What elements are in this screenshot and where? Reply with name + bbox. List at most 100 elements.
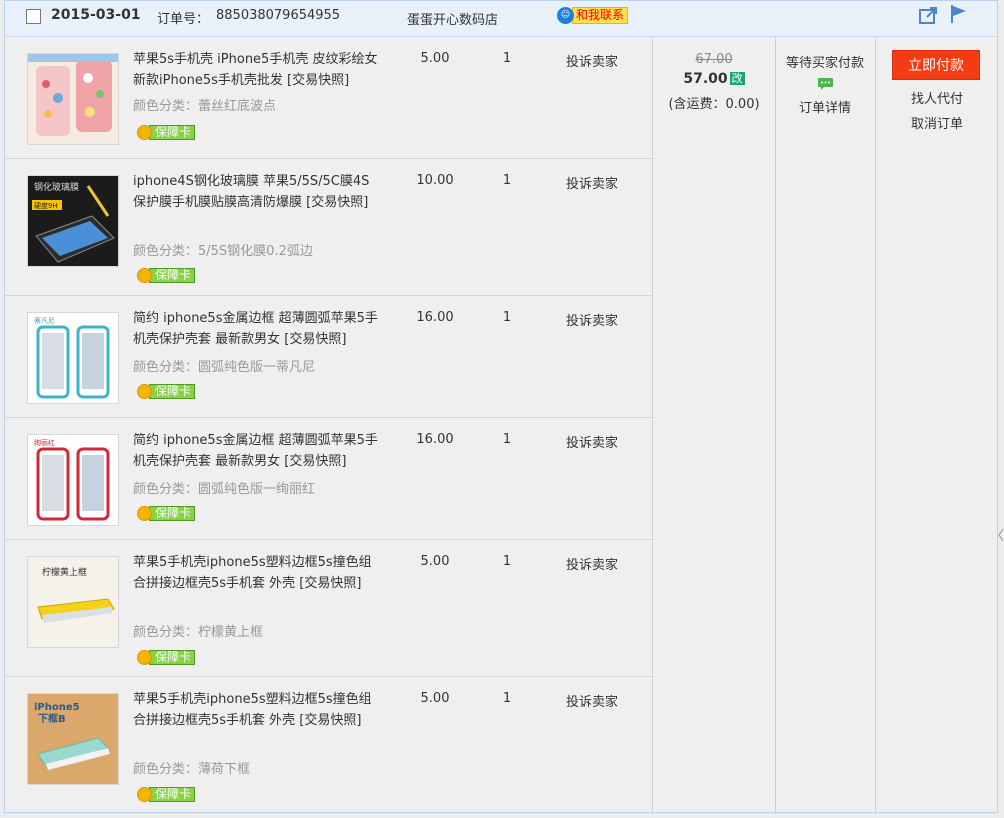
order-number-label: 订单号：	[157, 12, 210, 27]
item-price: 10.00	[416, 173, 454, 188]
item-sku: 颜色分类：圆弧纯色版一蒂凡尼	[133, 360, 316, 375]
wangwang-icon: ☺	[557, 6, 574, 24]
item-sku: 颜色分类：薄荷下框	[133, 762, 251, 777]
order-item: 柠檬黄上框 苹果5手机壳iphone5s塑料边框5s撞色组合拼接边框壳5s手机套…	[5, 540, 652, 677]
product-thumbnail[interactable]: 柠檬黄上框	[27, 556, 119, 648]
item-title-link[interactable]: iphone4S钢化玻璃膜 苹果5/5S/5C膜4S保护膜手机膜贴膜高清防爆膜 …	[133, 171, 379, 213]
order-card: 2015-03-01 订单号： 885038079654955 蛋蛋开心数码店 …	[4, 0, 998, 813]
item-quantity: 1	[502, 310, 512, 325]
metal-bumper-image: 绚丽红	[28, 435, 118, 525]
guarantee-badge[interactable]: 保障卡	[137, 268, 196, 283]
share-icon[interactable]	[919, 6, 939, 24]
product-thumbnail[interactable]: 蒂凡尼	[27, 312, 119, 404]
guarantee-label: 保障卡	[149, 650, 196, 665]
thumb-label-text: iPhone5	[34, 702, 80, 713]
shield-icon	[137, 650, 152, 665]
item-price: 5.00	[420, 691, 450, 706]
order-status: 等待买家付款	[785, 56, 864, 71]
complain-seller-link[interactable]: 投诉卖家	[557, 554, 627, 573]
resize-handle-icon[interactable]	[998, 528, 1004, 542]
item-quantity: 1	[502, 691, 512, 706]
contact-seller-label: 和我联系	[572, 6, 629, 24]
thumb-label-text: 下框B	[38, 712, 66, 725]
plastic-bumper-image: iPhone5 下框B	[28, 694, 118, 784]
product-thumbnail[interactable]: 绚丽红	[27, 434, 119, 526]
order-detail-link[interactable]: 订单详情	[775, 97, 875, 116]
thumb-label-text: 柠檬黄上框	[42, 566, 87, 578]
column-divider	[775, 37, 776, 812]
shop-name-link[interactable]: 蛋蛋开心数码店	[407, 9, 498, 28]
item-title-link[interactable]: 简约 iphone5s金属边框 超薄圆弧苹果5手机壳保护壳套 最新款男女 [交易…	[133, 430, 379, 472]
guarantee-badge[interactable]: 保障卡	[137, 384, 196, 399]
item-title-link[interactable]: 苹果5手机壳iphone5s塑料边框5s撞色组合拼接边框壳5s手机套 外壳 [交…	[133, 689, 379, 731]
item-sku: 颜色分类：蕾丝红底波点	[133, 99, 277, 114]
screen-protector-image: 钢化玻璃膜 硬度9H	[28, 176, 118, 266]
item-price: 16.00	[416, 432, 454, 447]
item-sku: 颜色分类：圆弧纯色版一绚丽红	[133, 482, 316, 497]
guarantee-badge[interactable]: 保障卡	[137, 125, 196, 140]
item-price: 16.00	[416, 310, 454, 325]
item-sku: 颜色分类：柠檬黄上框	[133, 625, 264, 640]
current-total-row: 57.00 改	[653, 71, 775, 87]
item-title-link[interactable]: 简约 iphone5s金属边框 超薄圆弧苹果5手机壳保护壳套 最新款男女 [交易…	[133, 308, 379, 350]
item-price: 5.00	[420, 554, 450, 569]
order-item: 苹果5s手机壳 iPhone5手机壳 皮纹彩绘女新款iPhone5s手机壳批发 …	[5, 37, 652, 159]
guarantee-label: 保障卡	[149, 384, 196, 399]
shield-icon	[137, 384, 152, 399]
order-item: 钢化玻璃膜 硬度9H iphone4S钢化玻璃膜 苹果5/5S/5C膜4S保护膜…	[5, 159, 652, 296]
shield-icon	[137, 125, 152, 140]
metal-bumper-image: 蒂凡尼	[28, 313, 118, 403]
shield-icon	[137, 787, 152, 802]
guarantee-badge[interactable]: 保障卡	[137, 650, 196, 665]
complain-seller-link[interactable]: 投诉卖家	[557, 51, 627, 70]
thumb-badge-text: 硬度9H	[34, 201, 58, 210]
guarantee-badge[interactable]: 保障卡	[137, 787, 196, 802]
guarantee-label: 保障卡	[149, 125, 196, 140]
complain-seller-link[interactable]: 投诉卖家	[557, 432, 627, 451]
order-date: 2015-03-01	[51, 7, 141, 23]
complain-seller-link[interactable]: 投诉卖家	[557, 691, 627, 710]
guarantee-label: 保障卡	[149, 506, 196, 521]
order-number: 885038079654955	[216, 8, 341, 23]
item-price: 5.00	[420, 51, 450, 66]
flag-icon[interactable]	[949, 4, 967, 24]
shield-icon	[137, 506, 152, 521]
order-item: iPhone5 下框B 苹果5手机壳iphone5s塑料边框5s撞色组合拼接边框…	[5, 677, 652, 814]
plastic-bumper-image: 柠檬黄上框	[28, 557, 118, 647]
proxy-pay-link[interactable]: 找人代付	[875, 88, 999, 107]
order-select-checkbox[interactable]	[26, 9, 41, 24]
item-quantity: 1	[502, 51, 512, 66]
item-quantity: 1	[502, 173, 512, 188]
shipping-fee: (含运费：0.00)	[668, 97, 760, 112]
order-header: 2015-03-01 订单号： 885038079654955 蛋蛋开心数码店 …	[5, 1, 997, 37]
thumb-label-text: 蒂凡尼	[34, 316, 55, 325]
chat-icon[interactable]	[817, 77, 834, 91]
contact-seller-button[interactable]: ☺ 和我联系	[557, 6, 629, 24]
item-title-link[interactable]: 苹果5s手机壳 iPhone5手机壳 皮纹彩绘女新款iPhone5s手机壳批发 …	[133, 49, 379, 91]
order-item: 绚丽红 简约 iphone5s金属边框 超薄圆弧苹果5手机壳保护壳套 最新款男女…	[5, 418, 652, 540]
current-total: 57.00	[683, 71, 728, 87]
item-quantity: 1	[502, 554, 512, 569]
guarantee-badge[interactable]: 保障卡	[137, 506, 196, 521]
order-item: 蒂凡尼 简约 iphone5s金属边框 超薄圆弧苹果5手机壳保护壳套 最新款男女…	[5, 296, 652, 418]
item-sku: 颜色分类：5/5S钢化膜0.2弧边	[133, 244, 313, 259]
column-divider	[875, 37, 876, 812]
guarantee-label: 保障卡	[149, 268, 196, 283]
thumb-banner-text: 钢化玻璃膜	[34, 181, 79, 193]
pay-now-button[interactable]: 立即付款	[892, 50, 980, 80]
thumb-label-text: 绚丽红	[34, 438, 55, 447]
product-thumbnail[interactable]	[27, 53, 119, 145]
product-thumbnail[interactable]: 钢化玻璃膜 硬度9H	[27, 175, 119, 267]
column-divider	[652, 37, 653, 812]
price-modified-badge: 改	[729, 72, 745, 85]
guarantee-label: 保障卡	[149, 787, 196, 802]
item-quantity: 1	[502, 432, 512, 447]
product-thumbnail[interactable]: iPhone5 下框B	[27, 693, 119, 785]
cancel-order-link[interactable]: 取消订单	[875, 113, 999, 132]
phone-case-image	[28, 54, 118, 144]
complain-seller-link[interactable]: 投诉卖家	[557, 310, 627, 329]
complain-seller-link[interactable]: 投诉卖家	[557, 173, 627, 192]
item-title-link[interactable]: 苹果5手机壳iphone5s塑料边框5s撞色组合拼接边框壳5s手机套 外壳 [交…	[133, 552, 379, 594]
shield-icon	[137, 268, 152, 283]
original-total: 67.00	[695, 52, 733, 67]
